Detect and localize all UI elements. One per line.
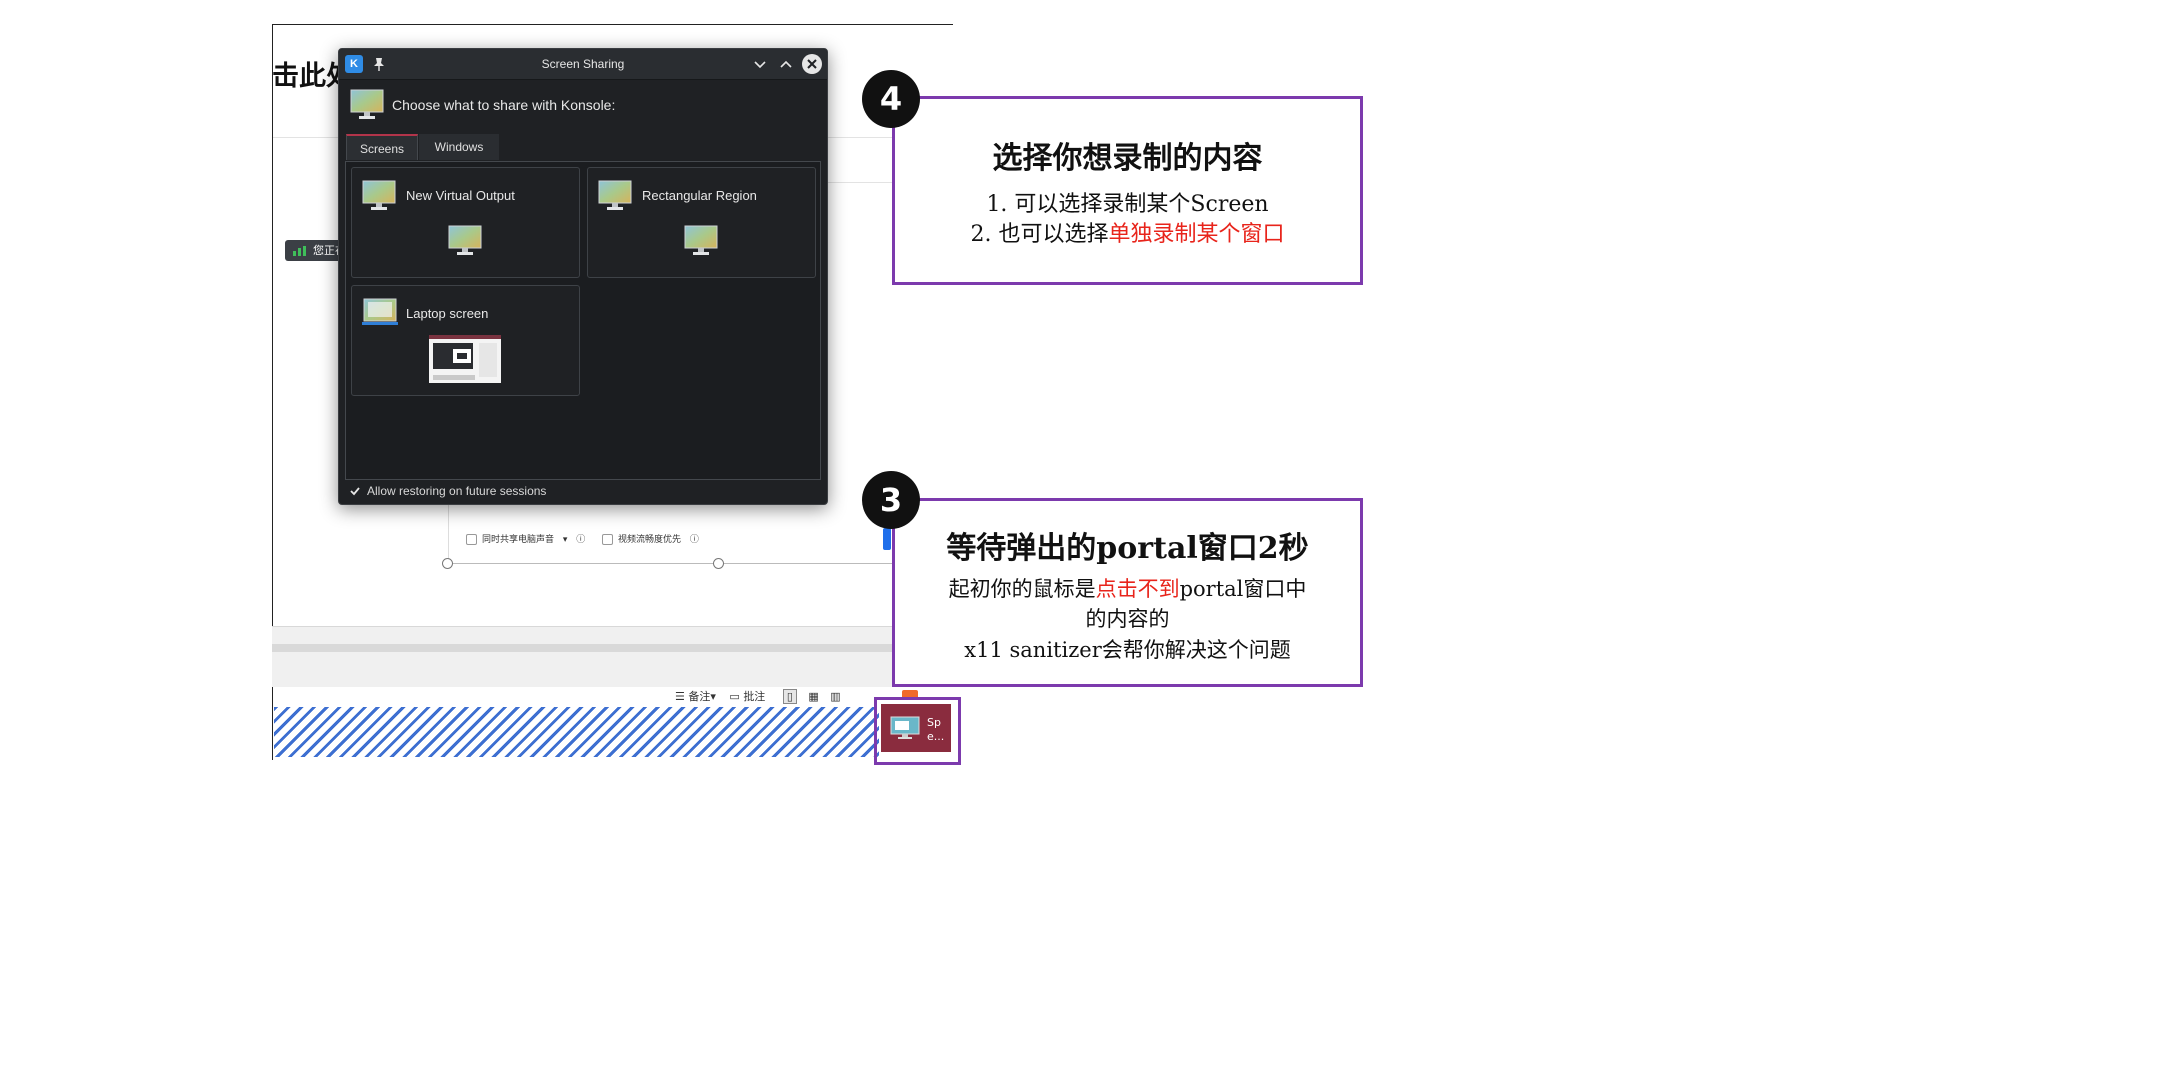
notes-icon[interactable]: ☰ <box>675 690 685 703</box>
dropdown-arrow-icon[interactable]: ▾ <box>563 535 568 545</box>
normal-view-icon[interactable]: ▯ <box>782 689 797 704</box>
step-number-badge: 3 <box>862 471 920 529</box>
laptop-screen-icon <box>362 298 398 325</box>
comment-icon[interactable]: ▭ <box>729 690 739 703</box>
annotation-line: 起初你的鼠标是点击不到portal窗口中 <box>895 573 1360 603</box>
annotation-line: 1. 可以选择录制某个Screen <box>986 192 1269 217</box>
screen-sharing-dialog: Screen Sharing K Choose what to share wi… <box>338 48 828 505</box>
dialog-footer: Allow restoring on future sessions <box>339 479 827 503</box>
monitor-icon <box>598 180 632 210</box>
info-icon[interactable]: ⓘ <box>576 535 585 545</box>
annotation-line: 2. 也可以选择单独录制某个窗口 <box>895 216 1360 248</box>
dropdown-arrow-icon: ▾ <box>710 690 716 703</box>
allow-restoring-label[interactable]: Allow restoring on future sessions <box>367 484 546 498</box>
monitor-icon <box>350 89 384 119</box>
share-prompt: Choose what to share with Konsole: <box>392 97 616 113</box>
video-smooth-label: 视频流畅度优先 <box>618 535 682 545</box>
source-label: Laptop screen <box>406 306 489 321</box>
source-label: Rectangular Region <box>642 188 757 203</box>
pin-icon[interactable] <box>372 56 386 72</box>
source-label: New Virtual Output <box>406 188 515 203</box>
video-smooth-option[interactable]: 视频流畅度优先 ⓘ <box>602 532 699 545</box>
reading-view-icon[interactable]: ▥ <box>830 690 840 703</box>
share-audio-label: 同时共享电脑声音 <box>482 535 555 545</box>
annotation-highlight: 单独录制某个窗口 <box>1108 222 1285 247</box>
monitor-icon <box>362 180 396 210</box>
tab-windows[interactable]: Windows <box>419 134 499 160</box>
checkmark-icon[interactable] <box>349 485 361 497</box>
comment-button[interactable]: 批注 <box>743 690 765 703</box>
annotation-heading: 选择你想录制的内容 <box>992 141 1263 176</box>
divider <box>826 182 892 183</box>
source-card-laptop-screen[interactable]: Laptop screen <box>351 285 580 396</box>
annotation-text: 2. 也可以选择 <box>970 222 1109 247</box>
annotation-text: portal窗口中 <box>1179 577 1307 601</box>
resize-handle[interactable] <box>442 558 453 569</box>
checkbox[interactable] <box>602 534 613 545</box>
checkbox[interactable] <box>466 534 477 545</box>
title-bar[interactable]: Screen Sharing K <box>339 49 827 80</box>
sources-panel: New Virtual Output Rectangular Region La… <box>345 161 821 480</box>
tab-screens[interactable]: Screens <box>346 134 418 160</box>
desktop-hatched-area <box>274 707 879 757</box>
status-toolbar: ☰ 备注▾ ▭ 批注 ▯ ▦ ▥ <box>675 688 841 708</box>
source-card-rectangular-region[interactable]: Rectangular Region <box>587 167 816 278</box>
annotation-step-3: 等待弹出的portal窗口2秒 起初你的鼠标是点击不到portal窗口中 的内容… <box>892 498 1363 687</box>
laptop-screen-preview <box>429 335 501 383</box>
maximize-icon[interactable] <box>779 58 793 70</box>
info-icon[interactable]: ⓘ <box>690 535 699 545</box>
source-card-new-virtual-output[interactable]: New Virtual Output <box>351 167 580 278</box>
annotation-step-4: 选择你想录制的内容 1. 可以选择录制某个Screen 2. 也可以选择单独录制… <box>892 96 1363 285</box>
step-number-badge: 4 <box>862 70 920 128</box>
annotation-highlight: 点击不到 <box>1095 577 1180 601</box>
confirm-button-edge[interactable] <box>883 528 891 550</box>
monitor-preview-icon <box>448 225 482 255</box>
minimize-icon[interactable] <box>753 58 767 70</box>
notes-button[interactable]: 备注 <box>688 690 710 703</box>
annotation-line: x11 sanitizer会帮你解决这个问题 <box>964 638 1291 662</box>
scroll-strip[interactable] <box>272 644 896 652</box>
grid-view-icon[interactable]: ▦ <box>808 690 818 703</box>
share-audio-option[interactable]: 同时共享电脑声音 ▾ ⓘ <box>466 532 585 545</box>
monitor-preview-icon <box>684 225 718 255</box>
annotation-heading: 等待弹出的portal窗口2秒 <box>946 531 1309 566</box>
bottom-panel <box>272 626 896 687</box>
kde-app-icon[interactable]: K <box>345 55 363 73</box>
selection-edge <box>447 563 892 564</box>
annotation-line: 的内容的 <box>1085 607 1170 631</box>
annotation-text: 起初你的鼠标是 <box>948 577 1096 601</box>
close-icon[interactable] <box>802 54 822 74</box>
taskbar-highlight-box <box>874 697 961 765</box>
resize-handle[interactable] <box>713 558 724 569</box>
signal-bars-icon <box>293 246 306 256</box>
divider <box>448 500 449 564</box>
